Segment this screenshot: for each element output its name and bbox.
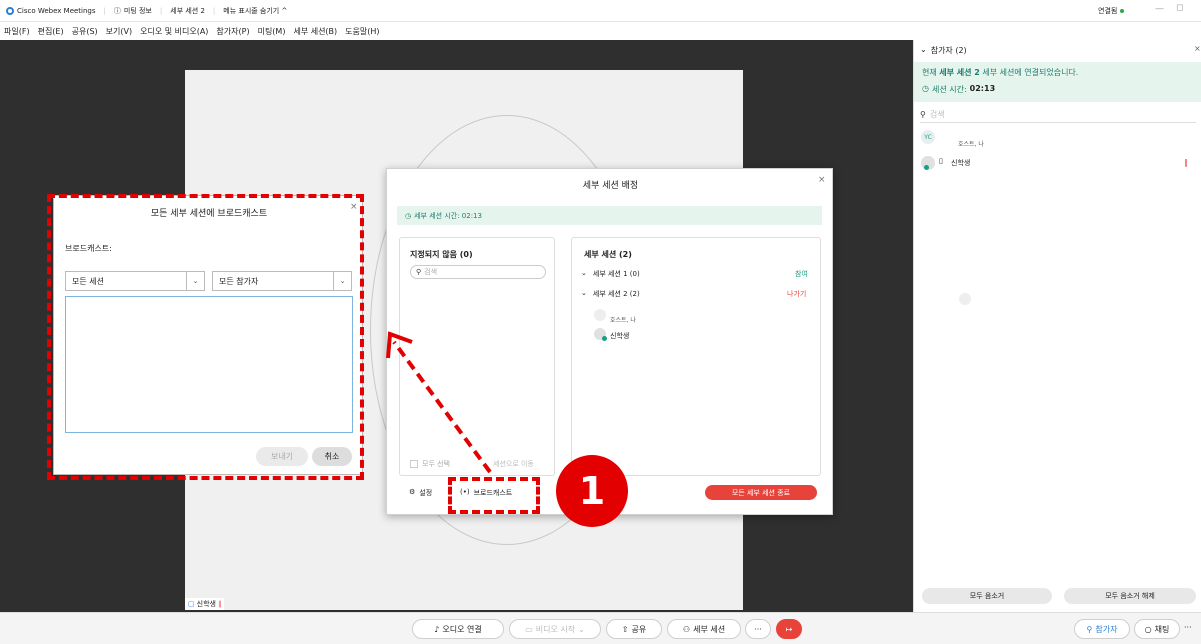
join-session-button[interactable]: 참여	[795, 269, 808, 279]
participant-name: 호스트, 나	[958, 141, 984, 148]
meeting-info-button[interactable]: ⓘ 미팅 정보	[114, 6, 152, 16]
chevron-down-icon: ⌄	[581, 269, 587, 277]
start-video-button[interactable]: ▭ 비디오 시작 ⌄	[509, 619, 601, 639]
participant-name: 신학생	[951, 159, 971, 167]
member-name: 호스트, 나	[610, 317, 636, 324]
dialog-title: 세부 세션 배정	[582, 181, 639, 191]
menu-edit[interactable]: 편집(E)	[38, 26, 64, 37]
session-name: 세부 세션 2	[170, 6, 205, 15]
chevron-down-icon: ⌄	[920, 45, 927, 54]
clock-icon: ◷	[922, 84, 929, 93]
connected-message: 현재 세부 세션 2 세부 세션에 연결되었습니다.	[922, 68, 1079, 77]
sessions-header: 세부 세션 (2)	[584, 250, 632, 259]
hide-menu-button[interactable]: 메뉴 표시줄 숨기기 ^	[223, 6, 287, 16]
annotation-highlight-broadcast-dialog	[47, 194, 364, 480]
meeting-controls-bar: ♪ 오디오 연결 ▭ 비디오 시작 ⌄ ⇧ 공유 ⚇ 세부 세션 ··· ↦ ⚲…	[0, 612, 1201, 644]
chat-icon: ○	[1144, 624, 1152, 634]
annotation-arrow	[386, 331, 492, 474]
status-dot-icon	[1120, 9, 1125, 13]
menu-file[interactable]: 파일(F)	[4, 26, 30, 37]
avatar	[594, 309, 606, 321]
muted-mic-icon: ∥	[217, 600, 222, 608]
menu-meeting[interactable]: 미팅(M)	[258, 26, 286, 37]
audio-connect-button[interactable]: ♪ 오디오 연결	[412, 619, 504, 639]
app-title: Cisco Webex Meetings	[6, 6, 96, 15]
session-timer: ◷ 세션 시간: 02:13	[922, 84, 996, 94]
menu-help[interactable]: 도움말(H)	[345, 26, 379, 37]
breakout-sessions-button[interactable]: ⚇ 세부 세션	[667, 619, 741, 639]
session-2-row[interactable]: ⌄ 세부 세션 2 (2)	[581, 289, 640, 299]
more-options-button[interactable]: ···	[745, 619, 771, 639]
menu-participants[interactable]: 참가자(P)	[216, 26, 249, 37]
breakout-icon: ⚇	[682, 624, 691, 634]
leave-meeting-button[interactable]: ↦	[776, 619, 802, 639]
audio-icon: ♪	[434, 624, 440, 634]
minimize-icon[interactable]: —	[1155, 4, 1164, 14]
clock-icon: ◷	[405, 211, 412, 220]
step-number-badge: 1	[556, 455, 628, 527]
share-button[interactable]: ⇧ 공유	[606, 619, 662, 639]
unassigned-search[interactable]: ⚲ 검색	[410, 265, 546, 279]
annotation-arrow-shaft	[392, 340, 492, 474]
loading-indicator	[959, 293, 971, 305]
leave-session-button[interactable]: 나가기	[787, 289, 806, 299]
settings-button[interactable]: ⚙ 설정	[409, 488, 432, 498]
status-dot-icon	[602, 336, 607, 341]
maximize-icon[interactable]: ◻	[1176, 3, 1183, 13]
participants-panel: ⌄ 참가자 (2) × 현재 세부 세션 2 세부 세션에 연결되었습니다. ◷…	[913, 40, 1201, 612]
participants-toggle-button[interactable]: ⚲ 참가자	[1074, 619, 1130, 639]
menu-audio-video[interactable]: 오디오 및 비디오(A)	[140, 26, 208, 37]
session-timer-banner: ◷ 세부 세션 시간: 02:13	[397, 206, 822, 225]
more-icon: ···	[754, 624, 762, 634]
end-all-sessions-button[interactable]: 모든 세부 세션 종료	[705, 485, 817, 500]
menu-view[interactable]: 보기(V)	[106, 26, 132, 37]
menu-bar: 파일(F) 편집(E) 공유(S) 보기(V) 오디오 및 비디오(A) 참가자…	[0, 22, 1201, 40]
status-dot-icon	[924, 165, 929, 170]
muted-mic-icon[interactable]: ∥	[1184, 158, 1188, 167]
close-icon[interactable]: ×	[818, 175, 826, 185]
unmute-all-button[interactable]: 모두 음소거 해제	[1064, 588, 1196, 604]
gear-icon: ⚙	[409, 488, 416, 496]
avatar: YC	[921, 130, 935, 144]
webex-logo-icon	[6, 6, 14, 15]
participants-header[interactable]: ⌄ 참가자 (2)	[920, 45, 967, 56]
mute-all-button[interactable]: 모두 음소거	[922, 588, 1052, 604]
person-icon: ⚲	[1086, 624, 1093, 634]
more-icon[interactable]: ···	[1184, 623, 1192, 632]
annotation-highlight-broadcast-button	[448, 477, 540, 514]
sessions-list: 세부 세션 (2) ⌄ 세부 세션 1 (0) 참여 ⌄ 세부 세션 2 (2)…	[571, 237, 821, 476]
annotation-arrow-head	[386, 331, 413, 359]
session-1-row[interactable]: ⌄ 세부 세션 1 (0)	[581, 269, 640, 279]
leave-icon: ↦	[785, 624, 793, 634]
chevron-down-icon: ⌄	[578, 624, 585, 634]
computer-icon: ▯	[939, 157, 943, 165]
unassigned-header: 지정되지 않음 (0)	[410, 250, 473, 259]
person-icon: ▢	[188, 600, 195, 608]
menu-breakout[interactable]: 세부 세션(B)	[293, 26, 337, 37]
share-icon: ⇧	[621, 624, 629, 634]
connection-status: 연결됨	[1098, 6, 1125, 16]
chevron-down-icon: ⌄	[581, 289, 587, 297]
search-icon: ⚲	[416, 268, 422, 276]
info-icon: ⓘ	[113, 6, 121, 15]
video-camera-icon: ▭	[525, 624, 533, 634]
connected-banner: 현재 세부 세션 2 세부 세션에 연결되었습니다. ◷ 세션 시간: 02:1…	[914, 62, 1201, 102]
search-icon: ⚲	[920, 110, 926, 119]
participant-search[interactable]: ⚲ 검색	[920, 107, 1196, 123]
member-name: 신학생	[610, 332, 630, 340]
menu-share[interactable]: 공유(S)	[72, 26, 98, 37]
participant-name-chip: ▢ 신학생 ∥	[185, 598, 225, 610]
close-icon[interactable]: ×	[1194, 44, 1201, 53]
title-bar: Cisco Webex Meetings | ⓘ 미팅 정보 | 세부 세션 2…	[0, 0, 1201, 22]
chat-button[interactable]: ○ 채팅	[1134, 619, 1180, 639]
